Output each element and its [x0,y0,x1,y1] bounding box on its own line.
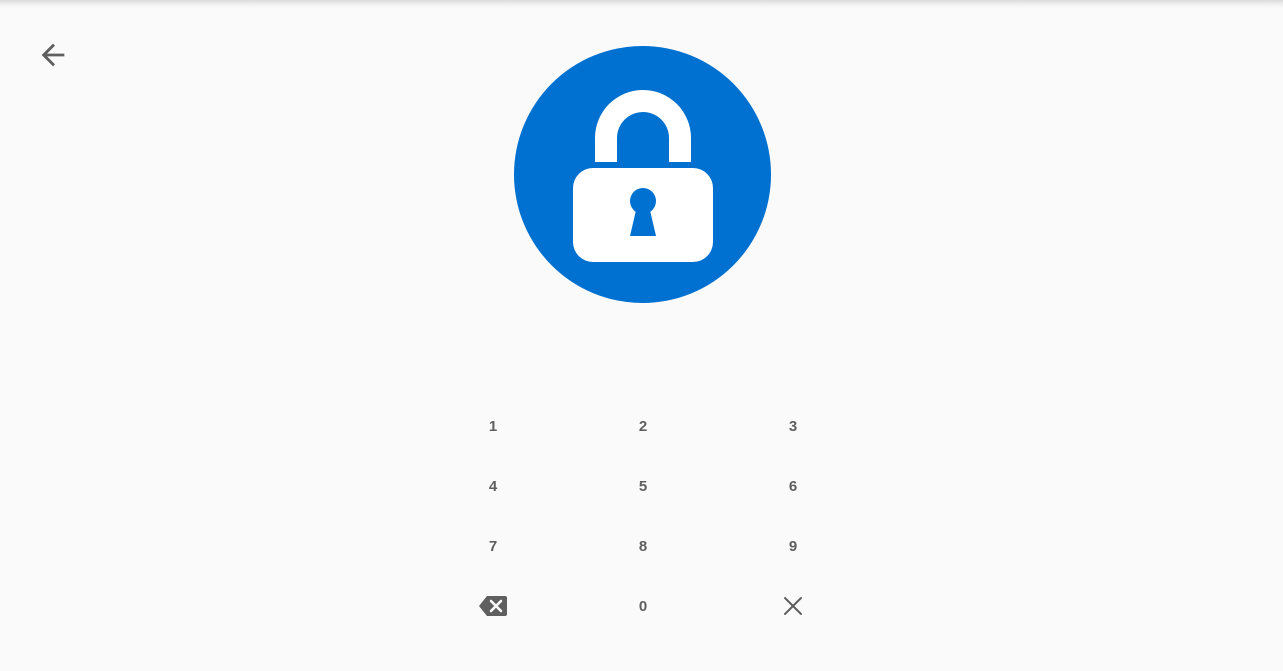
key-4[interactable]: 4 [418,456,568,516]
lock-icon [572,89,713,262]
key-3[interactable]: 3 [718,396,868,456]
arrow-left-icon [41,43,65,67]
lock-badge [514,46,771,303]
backspace-icon [479,596,507,616]
key-5[interactable]: 5 [568,456,718,516]
top-divider [0,0,1283,8]
pin-keypad: 1 2 3 4 5 6 7 8 9 0 [418,396,868,636]
clear-button[interactable] [718,576,868,636]
pin-entry-screen: 1 2 3 4 5 6 7 8 9 0 [0,0,1283,671]
key-1[interactable]: 1 [418,396,568,456]
key-0[interactable]: 0 [568,576,718,636]
key-9[interactable]: 9 [718,516,868,576]
key-2[interactable]: 2 [568,396,718,456]
key-6[interactable]: 6 [718,456,868,516]
backspace-button[interactable] [418,576,568,636]
key-8[interactable]: 8 [568,516,718,576]
back-button[interactable] [28,30,78,80]
close-icon [784,597,802,615]
key-7[interactable]: 7 [418,516,568,576]
